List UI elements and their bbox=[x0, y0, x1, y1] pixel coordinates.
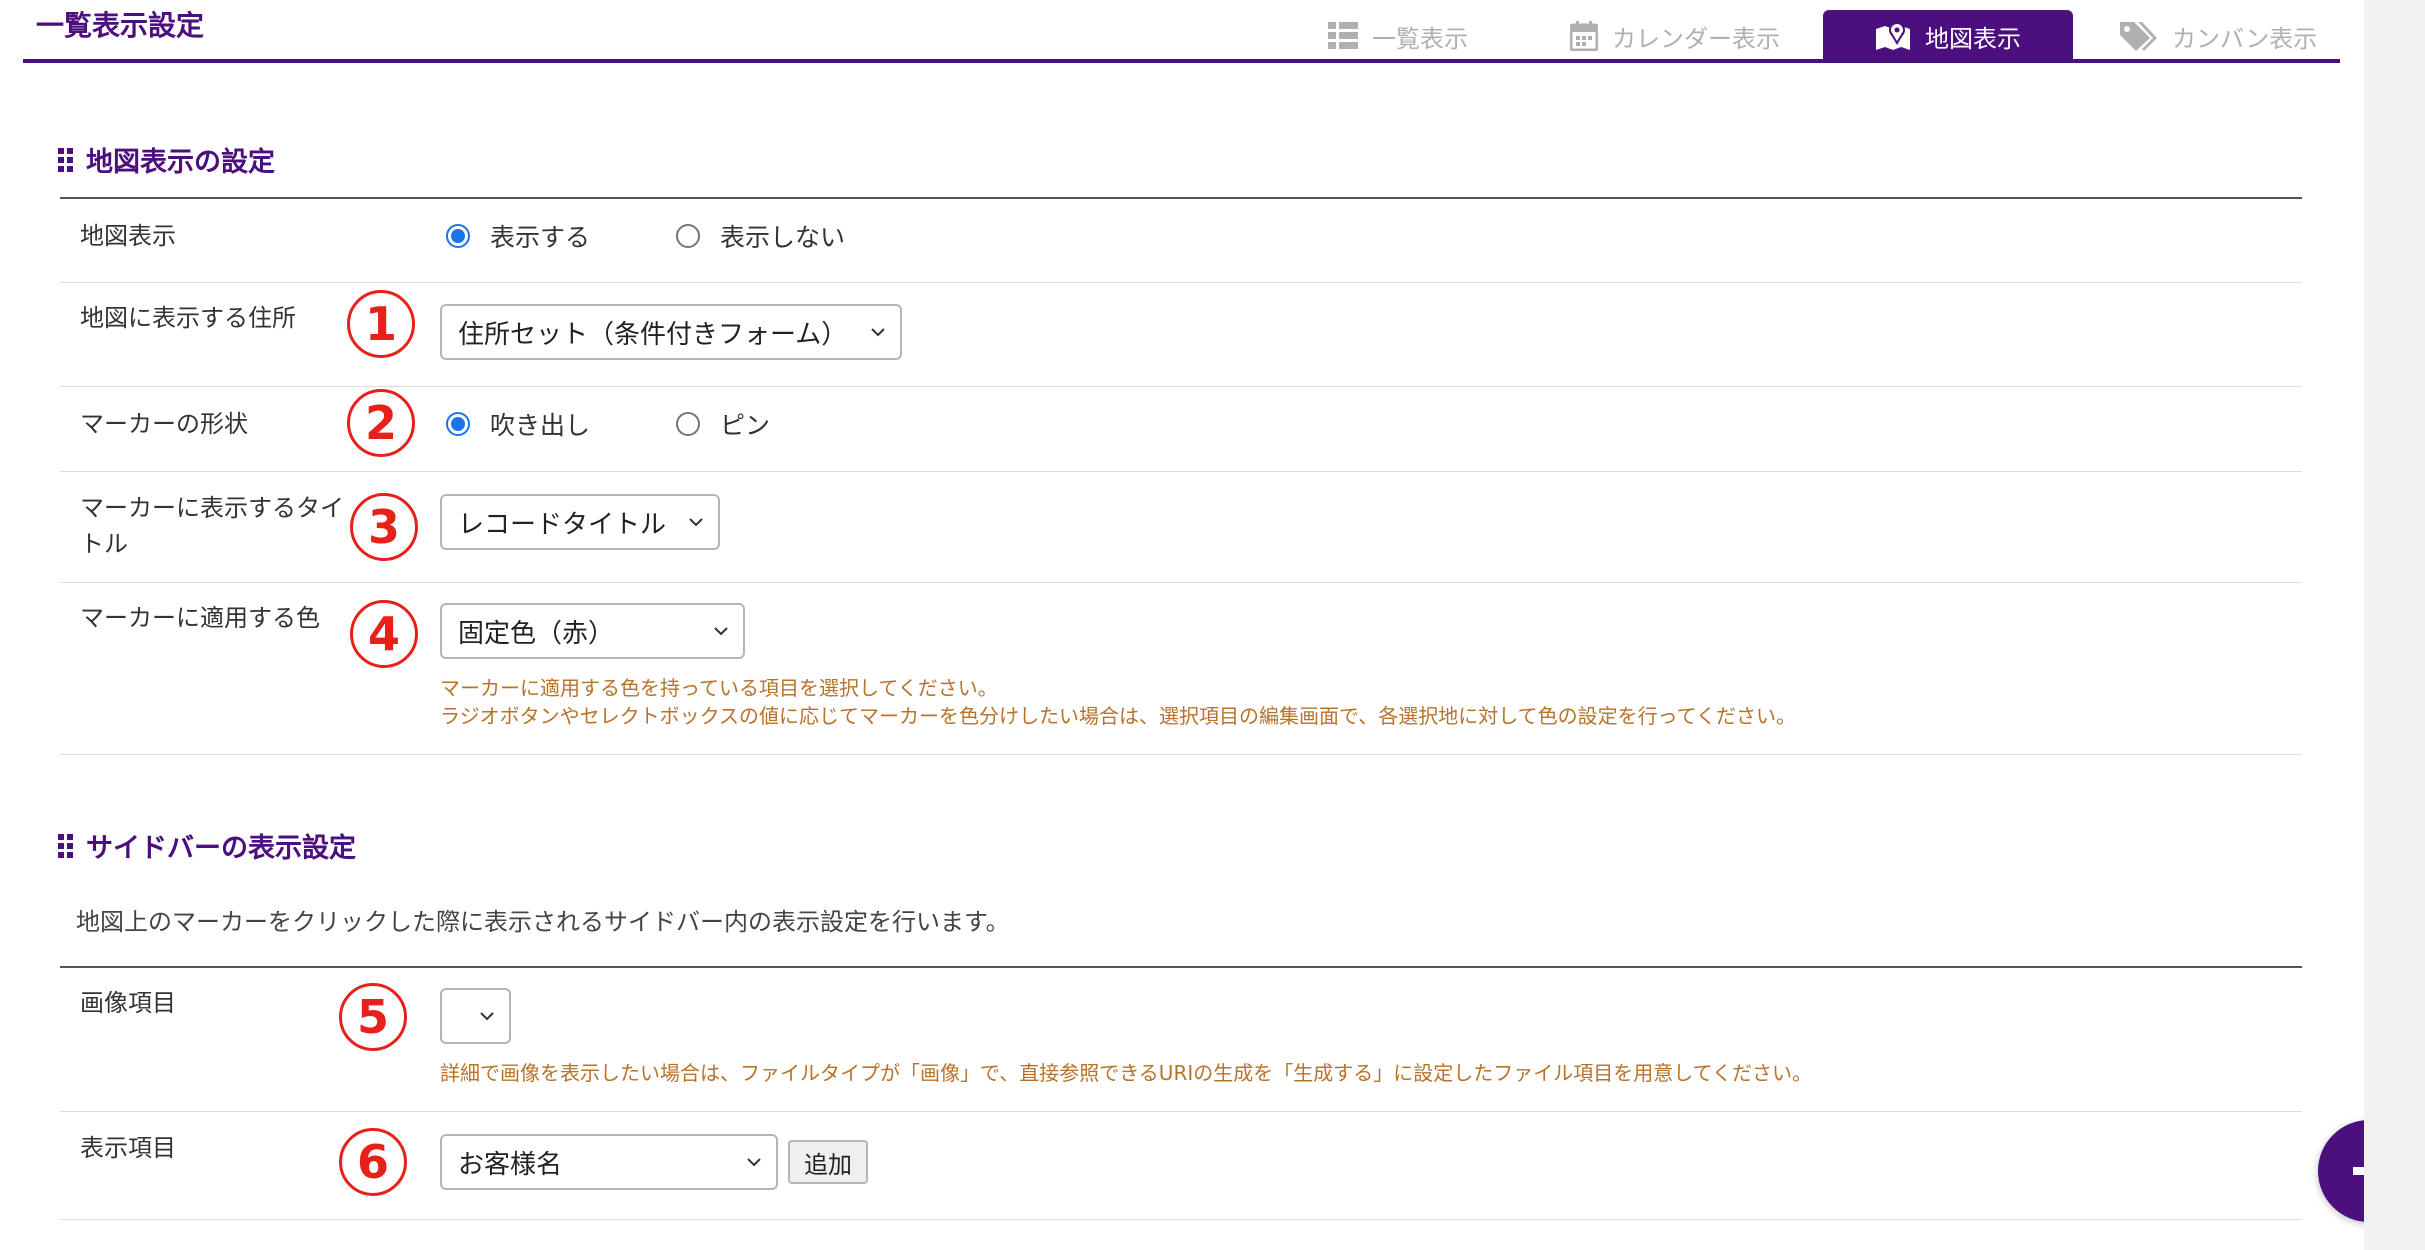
list-icon bbox=[1328, 22, 1358, 49]
marker-color-select[interactable]: 固定色（赤） bbox=[440, 603, 745, 659]
tab-label: 地図表示 bbox=[1925, 24, 2021, 53]
page-title: 一覧表示設定 bbox=[36, 9, 205, 42]
tab-label: カレンダー表示 bbox=[1612, 24, 1780, 53]
radio-pin[interactable]: ピン bbox=[676, 406, 770, 442]
marker-shape-label: マーカーの形状 bbox=[80, 410, 248, 438]
map-settings-heading: 地図表示の設定 bbox=[58, 140, 275, 179]
tab-label: 一覧表示 bbox=[1372, 24, 1468, 53]
radio-balloon[interactable]: 吹き出し bbox=[446, 406, 590, 442]
section-title: サイドバーの表示設定 bbox=[86, 833, 356, 864]
map-icon bbox=[1876, 22, 1910, 50]
divider bbox=[60, 471, 2302, 472]
divider bbox=[60, 1219, 2302, 1220]
chevron-down-icon bbox=[714, 627, 728, 636]
image-item-help: 詳細で画像を表示したい場合は、ファイルタイプが「画像」で、直接参照できるURIの… bbox=[440, 1061, 1813, 1085]
radio-show[interactable]: 表示する bbox=[446, 218, 590, 254]
divider bbox=[60, 282, 2302, 283]
image-item-label: 画像項目 bbox=[80, 989, 176, 1017]
address-label: 地図に表示する住所 bbox=[80, 304, 296, 332]
map-display-label: 地図表示 bbox=[80, 222, 176, 250]
grip-icon bbox=[58, 833, 73, 858]
image-item-select[interactable] bbox=[440, 988, 511, 1044]
radio-label: 表示しない bbox=[720, 223, 846, 252]
divider bbox=[60, 754, 2302, 755]
tag-icon bbox=[2120, 22, 2157, 51]
select-value: 固定色（赤） bbox=[458, 618, 615, 649]
chevron-down-icon bbox=[689, 518, 703, 527]
select-value: 住所セット（条件付きフォーム） bbox=[458, 319, 848, 350]
marker-title-select[interactable]: レコードタイトル bbox=[440, 494, 720, 550]
chevron-down-icon bbox=[871, 328, 885, 337]
radio-label: 吹き出し bbox=[490, 411, 591, 440]
select-value: お客様名 bbox=[458, 1149, 563, 1180]
annotation-marker-5: 5 bbox=[339, 983, 407, 1051]
radio-label: ピン bbox=[720, 411, 771, 440]
add-button[interactable]: 追加 bbox=[788, 1140, 868, 1184]
radio-circle[interactable] bbox=[676, 224, 700, 248]
header-divider bbox=[23, 59, 2340, 63]
chevron-down-icon bbox=[480, 1012, 494, 1021]
tab-kanban-view[interactable]: カンバン表示 bbox=[2118, 10, 2317, 62]
sidebar-settings-heading: サイドバーの表示設定 bbox=[58, 826, 356, 865]
divider bbox=[60, 197, 2302, 199]
grip-icon bbox=[58, 147, 73, 172]
annotation-marker-6: 6 bbox=[339, 1128, 407, 1196]
section-title: 地図表示の設定 bbox=[86, 147, 275, 178]
radio-circle[interactable] bbox=[676, 412, 700, 436]
divider bbox=[60, 386, 2302, 387]
radio-circle[interactable] bbox=[446, 224, 470, 248]
main-content: 一覧表示設定 一覧表示 カレンダー表示 地図表示 カンバン表示 地図表示の設定 … bbox=[0, 0, 2420, 1250]
tab-label: カンバン表示 bbox=[2172, 24, 2318, 53]
annotation-marker-3: 3 bbox=[350, 493, 418, 561]
scrollbar[interactable] bbox=[2364, 0, 2425, 1250]
radio-hide[interactable]: 表示しない bbox=[676, 218, 845, 254]
divider bbox=[60, 582, 2302, 583]
annotation-marker-4: 4 bbox=[350, 600, 418, 668]
radio-circle[interactable] bbox=[446, 412, 470, 436]
sidebar-description: 地図上のマーカーをクリックした際に表示されるサイドバー内の表示設定を行います。 bbox=[76, 908, 1010, 936]
select-value: レコードタイトル bbox=[458, 509, 667, 540]
radio-label: 表示する bbox=[490, 223, 591, 252]
tab-list-view[interactable]: 一覧表示 bbox=[1328, 10, 1468, 62]
annotation-marker-1: 1 bbox=[347, 290, 415, 358]
marker-color-label: マーカーに適用する色 bbox=[80, 604, 320, 632]
marker-color-help-1: マーカーに適用する色を持っている項目を選択してください。 bbox=[440, 676, 998, 700]
marker-title-label: マーカーに表示するタイトル bbox=[80, 494, 344, 558]
calendar-icon bbox=[1570, 21, 1598, 51]
annotation-marker-2: 2 bbox=[347, 389, 415, 457]
address-select[interactable]: 住所セット（条件付きフォーム） bbox=[440, 304, 902, 360]
divider bbox=[60, 966, 2302, 968]
marker-color-help-2: ラジオボタンやセレクトボックスの値に応じてマーカーを色分けしたい場合は、選択項目… bbox=[440, 704, 1796, 728]
tab-calendar-view[interactable]: カレンダー表示 bbox=[1570, 10, 1780, 62]
display-item-label: 表示項目 bbox=[80, 1134, 176, 1162]
tab-map-view[interactable]: 地図表示 bbox=[1823, 10, 2073, 62]
divider bbox=[60, 1111, 2302, 1112]
chevron-down-icon bbox=[747, 1158, 761, 1167]
display-item-select[interactable]: お客様名 bbox=[440, 1134, 778, 1190]
